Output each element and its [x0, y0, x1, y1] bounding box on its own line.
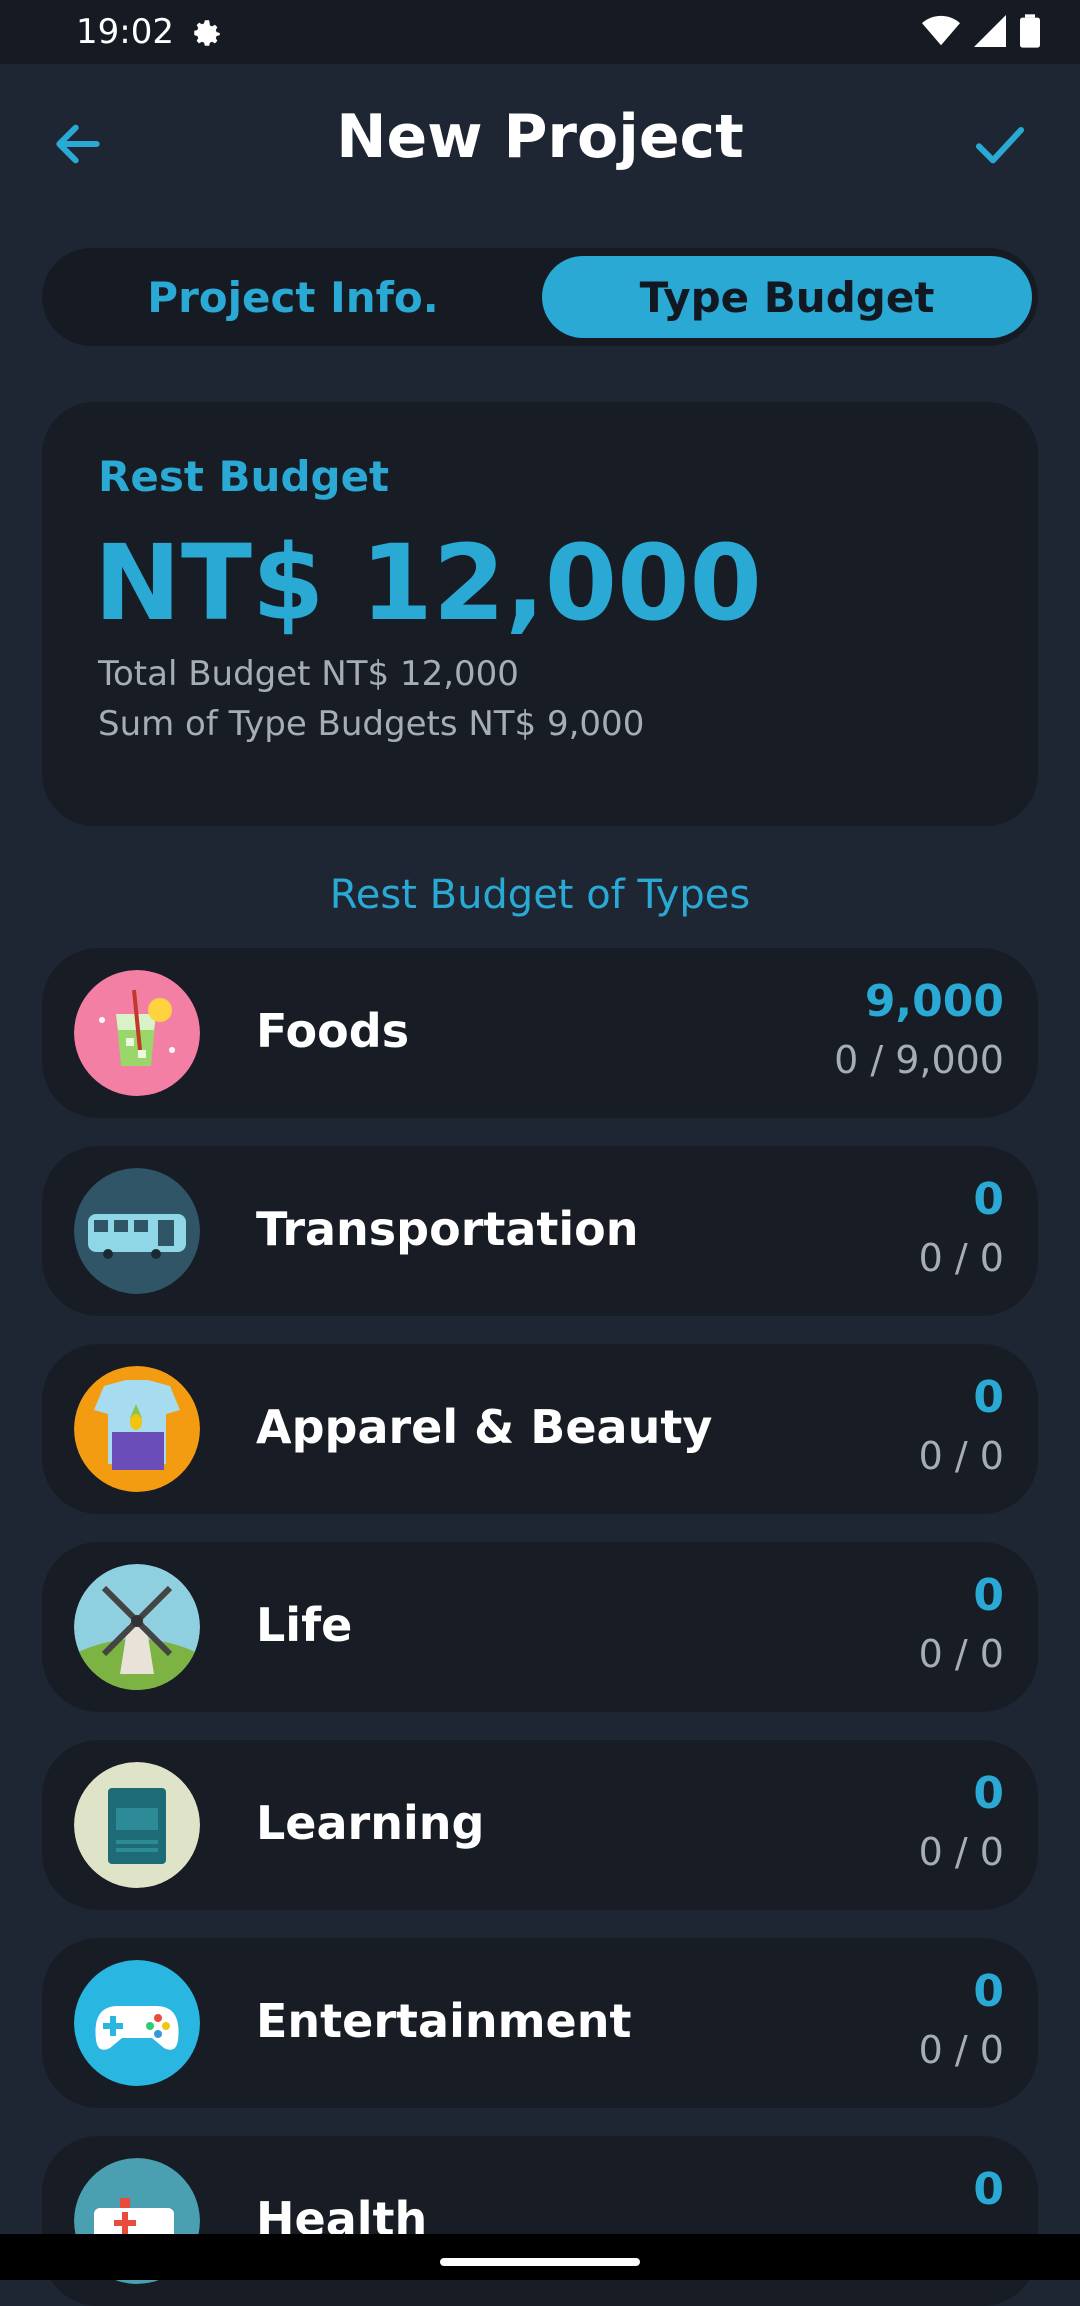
segmented-tabs: Project Info. Type Budget	[42, 248, 1038, 346]
types-section-title: Rest Budget of Types	[329, 872, 751, 918]
rest-budget-amount: NT$ 12,000	[94, 522, 762, 644]
type-rest-value: 0	[973, 1768, 1004, 1819]
type-rest-value: 0	[973, 1372, 1004, 1423]
clothes-icon	[74, 1366, 200, 1492]
battery-icon	[1020, 14, 1040, 48]
bus-icon	[74, 1168, 200, 1294]
type-name: Learning	[256, 1796, 485, 1850]
app-bar: New Project	[0, 64, 1080, 220]
type-used-total: 0 / 0	[918, 1632, 1004, 1676]
status-bar: 19:02	[0, 0, 1080, 64]
wifi-icon	[922, 15, 960, 46]
rest-budget-label: Rest Budget	[98, 452, 390, 501]
type-row-entertainment[interactable]: Entertainment 0 0 / 0	[42, 1938, 1038, 2108]
type-row-foods[interactable]: Foods 9,000 0 / 9,000	[42, 948, 1038, 1118]
type-used-total: 0 / 0	[918, 2028, 1004, 2072]
type-name: Transportation	[256, 1202, 639, 1256]
type-row-health[interactable]: Health 0	[42, 2136, 1038, 2306]
gamepad-icon	[74, 1960, 200, 2086]
tab-project-info[interactable]: Project Info.	[48, 256, 538, 338]
sum-type-budgets-text: Sum of Type Budgets NT$ 9,000	[98, 704, 645, 744]
status-time: 19:02	[76, 12, 174, 52]
type-row-learning[interactable]: Learning 0 0 / 0	[42, 1740, 1038, 1910]
drink-icon	[74, 970, 200, 1096]
type-rest-value: 0	[973, 2164, 1004, 2215]
type-name: Entertainment	[256, 1994, 632, 2048]
book-icon	[74, 1762, 200, 1888]
settings-gear-icon	[190, 16, 224, 54]
type-row-life[interactable]: Life 0 0 / 0	[42, 1542, 1038, 1712]
rest-budget-card: Rest Budget NT$ 12,000 Total Budget NT$ …	[42, 402, 1038, 826]
type-used-total: 0 / 0	[918, 1830, 1004, 1874]
type-name: Apparel & Beauty	[256, 1400, 713, 1454]
system-nav-bar	[0, 2234, 1080, 2280]
type-used-total: 0 / 0	[918, 1434, 1004, 1478]
windmill-icon	[74, 1564, 200, 1690]
gesture-handle[interactable]	[440, 2258, 640, 2266]
total-budget-text: Total Budget NT$ 12,000	[98, 654, 519, 694]
type-rest-value: 0	[973, 1966, 1004, 2017]
type-rest-value: 0	[973, 1570, 1004, 1621]
type-rest-value: 9,000	[864, 976, 1004, 1027]
type-row-transportation[interactable]: Transportation 0 0 / 0	[42, 1146, 1038, 1316]
type-rest-value: 0	[973, 1174, 1004, 1225]
system-icons	[922, 14, 1040, 48]
type-used-total: 0 / 9,000	[834, 1038, 1004, 1082]
signal-icon	[974, 15, 1006, 47]
type-used-total: 0 / 0	[918, 1236, 1004, 1280]
type-name: Life	[256, 1598, 353, 1652]
confirm-check-icon[interactable]	[972, 116, 1028, 172]
type-row-apparel-beauty[interactable]: Apparel & Beauty 0 0 / 0	[42, 1344, 1038, 1514]
tab-type-budget[interactable]: Type Budget	[542, 256, 1032, 338]
type-name: Foods	[256, 1004, 410, 1058]
page-title: New Project	[336, 102, 744, 172]
